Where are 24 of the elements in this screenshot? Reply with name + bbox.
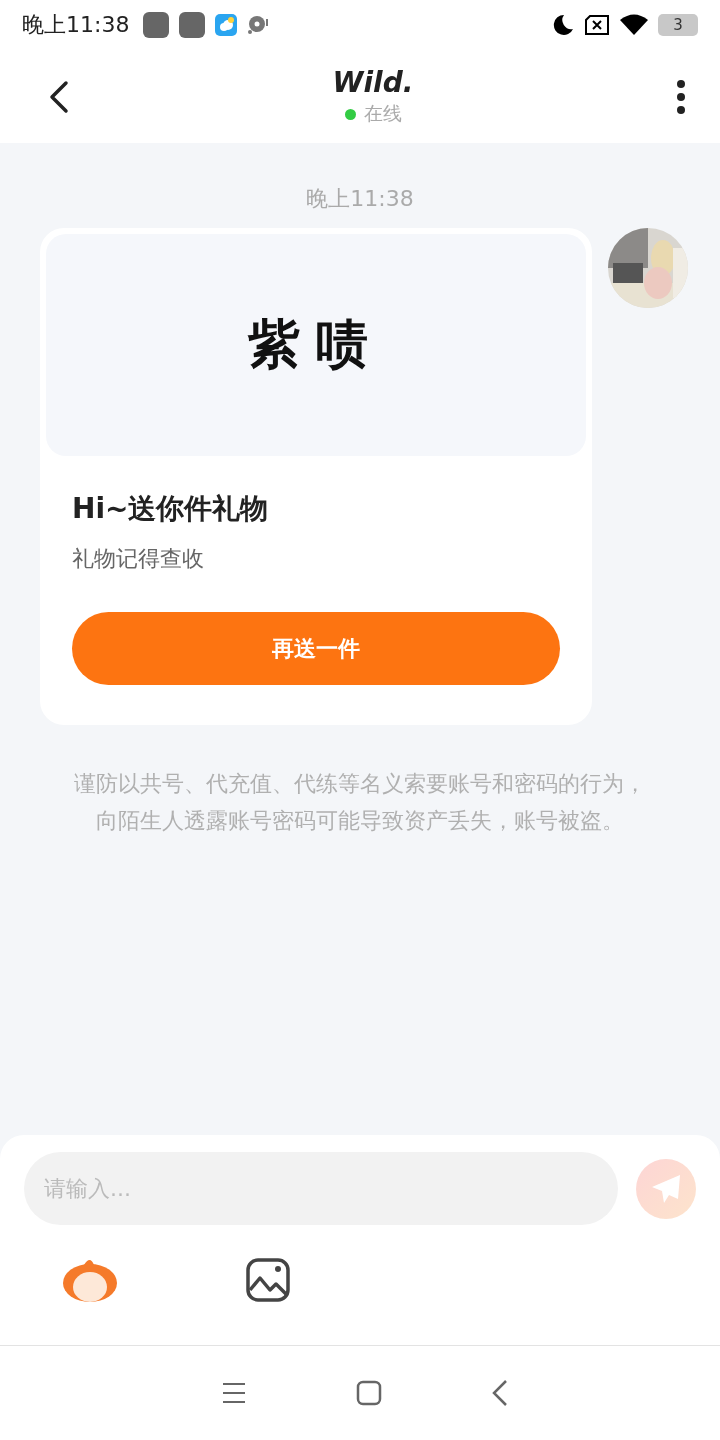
battery-icon: 3 <box>658 14 698 36</box>
more-icon <box>676 78 686 115</box>
app-notification-icon <box>143 12 170 38</box>
gift-name: 紫啧 <box>248 313 384 376</box>
app-notification-icon <box>179 12 206 38</box>
menu-button[interactable] <box>222 1382 246 1404</box>
online-status: 在线 <box>363 101 402 126</box>
home-button[interactable] <box>356 1380 382 1406</box>
back-nav-button[interactable] <box>492 1379 508 1407</box>
paper-plane-icon <box>650 1172 682 1205</box>
back-icon <box>48 79 70 114</box>
send-again-button[interactable]: 再送一件 <box>72 612 560 685</box>
contact-name: Wild. <box>332 66 414 99</box>
disc-icon <box>247 15 270 35</box>
message-time: 晚上11:38 <box>305 185 415 213</box>
gift-subtitle: 礼物记得查收 <box>72 545 205 573</box>
image-button[interactable] <box>246 1258 290 1302</box>
moon-icon <box>552 14 574 36</box>
security-notice: 谨防以共号、代充值、代练等名义索要账号和密码的行为，向陌生人透露账号密码可能导致资产丢失，账号被盗。 <box>73 770 647 835</box>
weather-icon <box>215 14 238 36</box>
gift-title: Hi~送你件礼物 <box>72 491 270 527</box>
no-sim-icon <box>584 14 610 36</box>
wifi-icon <box>620 14 648 36</box>
status-time: 晚上11:38 <box>22 11 130 39</box>
